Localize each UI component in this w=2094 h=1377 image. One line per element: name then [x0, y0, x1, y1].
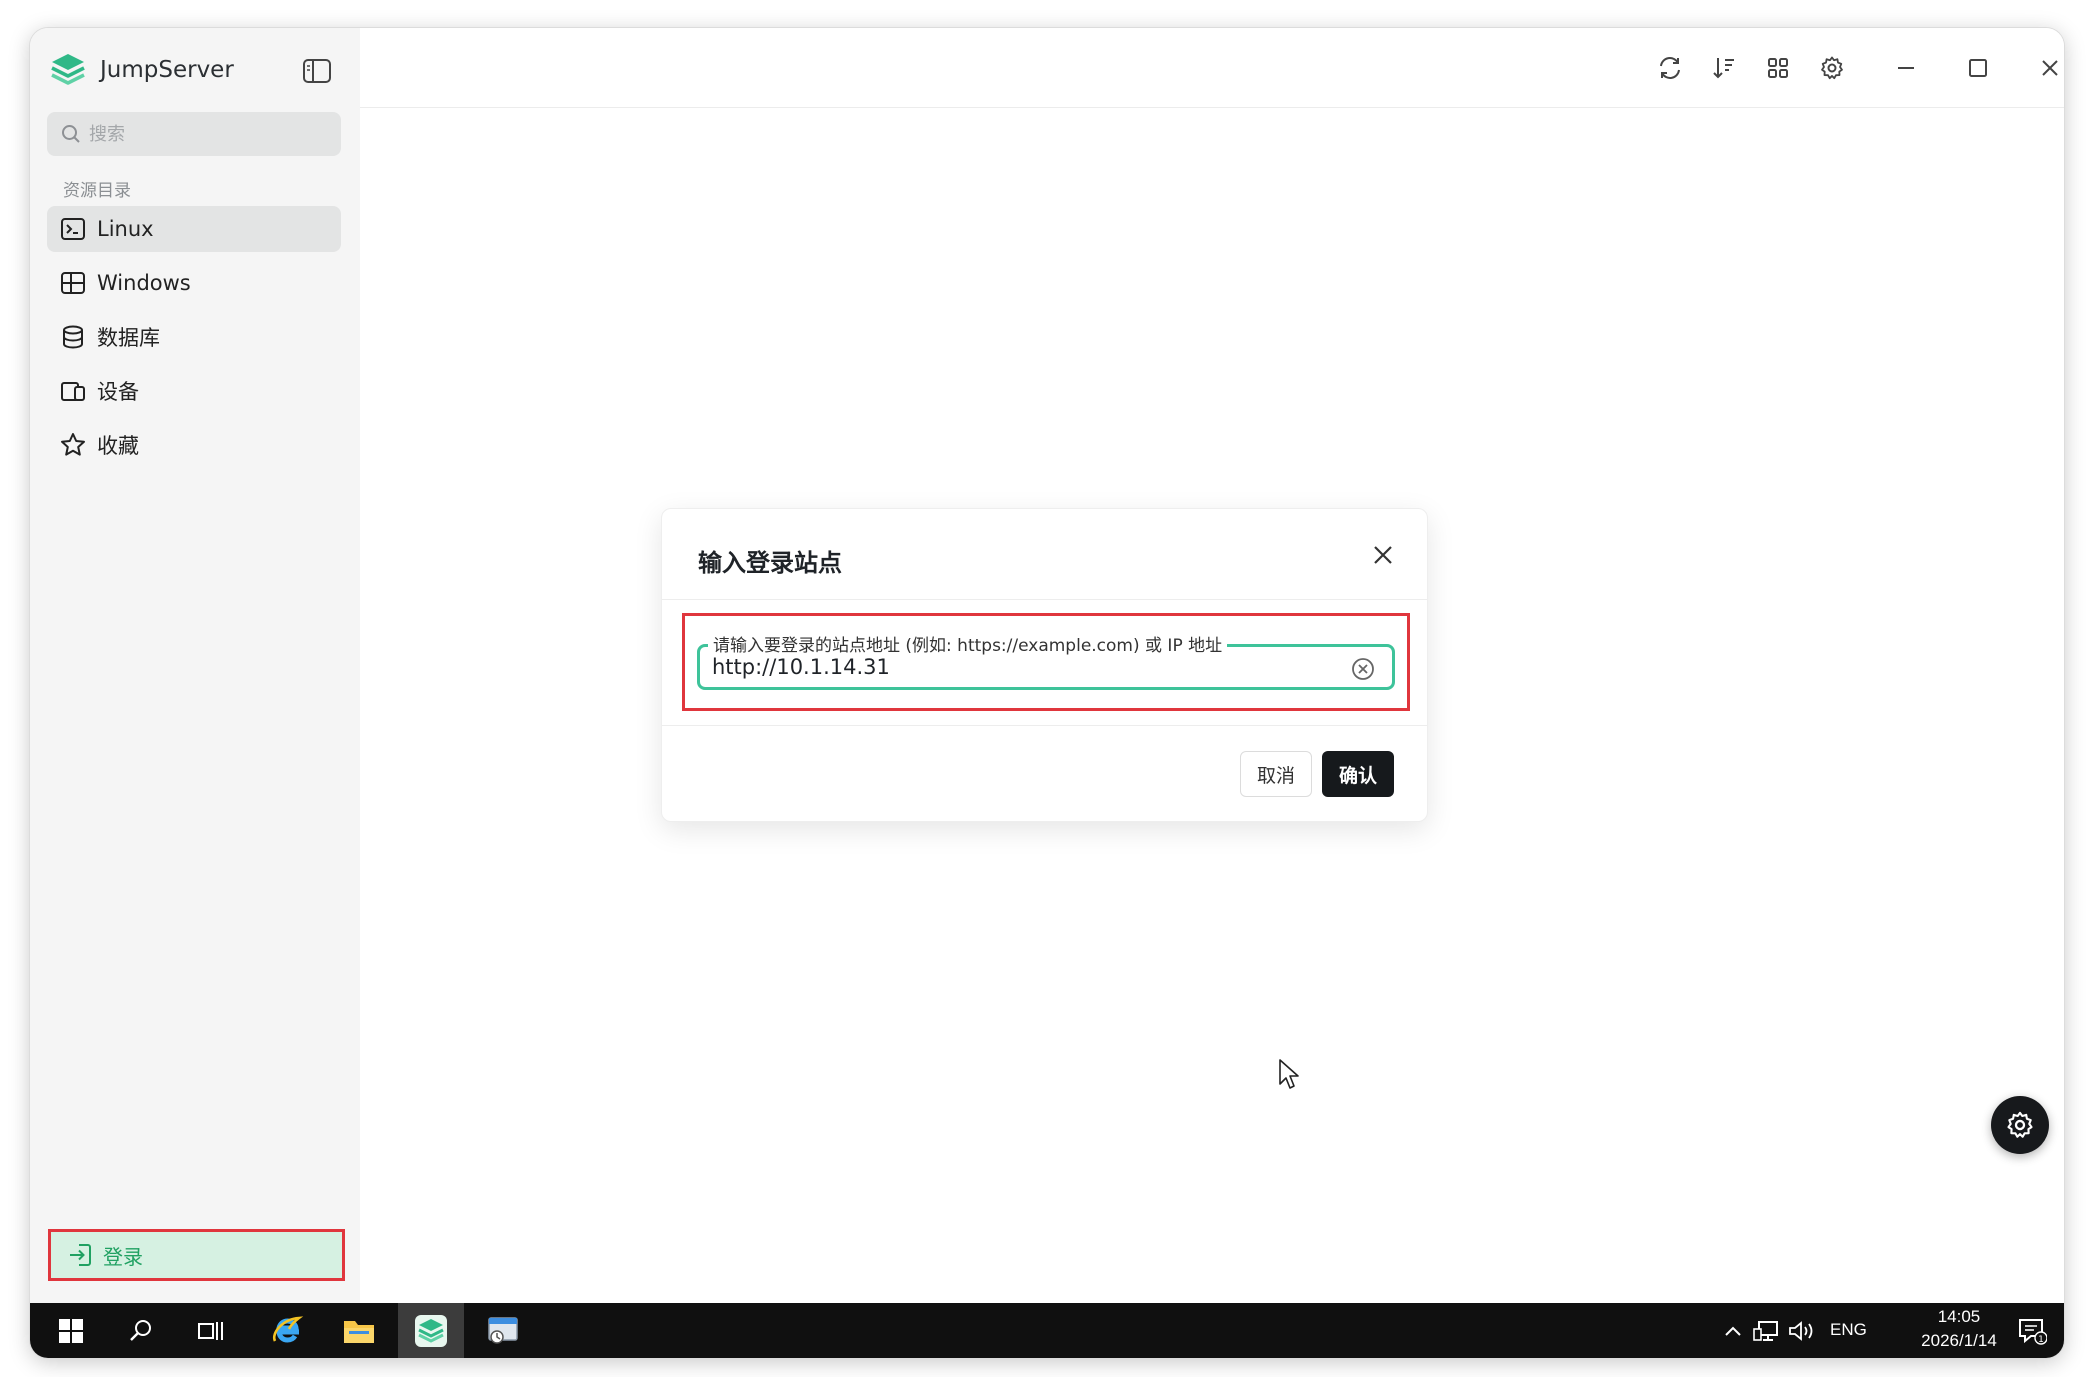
login-label: 登录 — [103, 1244, 143, 1269]
network-button[interactable] — [1750, 1303, 1782, 1358]
clock-time[interactable]: 14:05 — [1926, 1307, 1992, 1327]
sidebar-item-label: 数据库 — [97, 326, 160, 350]
sidebar-item-label: 收藏 — [97, 434, 139, 458]
dialog-divider — [662, 599, 1427, 600]
network-icon — [1753, 1320, 1778, 1341]
search-icon — [130, 1319, 151, 1341]
sidebar-item-label: 设备 — [97, 380, 139, 404]
search-box[interactable] — [47, 112, 341, 156]
site-url-field[interactable]: 请输入要登录的站点地址 (例如: https://example.com) 或 … — [697, 631, 1395, 690]
login-button[interactable]: 登录 — [48, 1229, 345, 1281]
minimize-button[interactable] — [1888, 50, 1924, 86]
notification-icon: 1 — [2019, 1318, 2047, 1345]
task-view-button[interactable] — [180, 1303, 242, 1358]
sidebar-item-device[interactable]: 设备 — [47, 368, 341, 414]
device-icon — [61, 382, 85, 401]
maximize-button[interactable] — [1960, 50, 1996, 86]
search-icon — [62, 125, 80, 143]
grid-view-button[interactable] — [1760, 50, 1796, 86]
jumpserver-app-icon — [415, 1314, 447, 1347]
search-input[interactable] — [89, 123, 309, 145]
settings-icon — [1821, 56, 1843, 80]
windows-start-icon — [59, 1318, 83, 1343]
internet-explorer-icon — [272, 1315, 304, 1343]
grid-icon — [1768, 58, 1788, 78]
clock-date[interactable]: 2026/1/14 — [1910, 1331, 2008, 1351]
tray-expand-button[interactable] — [1718, 1303, 1748, 1358]
maximize-icon — [1969, 59, 1987, 77]
sort-icon — [1713, 58, 1734, 79]
close-window-button[interactable] — [2032, 50, 2064, 86]
app-name: JumpServer — [100, 57, 234, 83]
sidebar-toggle-icon — [303, 59, 331, 83]
taskbar-explorer-button[interactable] — [326, 1303, 392, 1358]
dialog-divider — [662, 725, 1427, 726]
sidebar-item-label: Windows — [97, 271, 191, 295]
section-title: 资源目录 — [63, 181, 131, 201]
confirm-button[interactable]: 确认 — [1322, 751, 1394, 797]
top-toolbar — [360, 28, 2064, 108]
app-window: JumpServer 资源目录 — [30, 28, 2064, 1358]
remote-desktop-icon — [488, 1316, 518, 1344]
login-site-dialog: 输入登录站点 请输入要登录的站点地址 (例如: https://example.… — [661, 508, 1428, 822]
floating-settings-button[interactable] — [1991, 1096, 2049, 1154]
sidebar-item-linux[interactable]: Linux — [47, 206, 341, 252]
language-indicator[interactable]: ENG — [1830, 1320, 1867, 1340]
sidebar-item-database[interactable]: 数据库 — [47, 314, 341, 360]
windows-icon — [61, 272, 85, 294]
settings-icon — [2007, 1111, 2033, 1138]
minimize-icon — [1898, 67, 1914, 69]
highlight-box: 请输入要登录的站点地址 (例如: https://example.com) 或 … — [682, 613, 1410, 711]
dialog-title: 输入登录站点 — [698, 549, 842, 577]
sidebar: JumpServer 资源目录 — [30, 28, 360, 1303]
taskbar-remote-desktop-button[interactable] — [470, 1303, 536, 1358]
taskbar-ie-button[interactable] — [254, 1303, 320, 1358]
settings-button[interactable] — [1814, 50, 1850, 86]
sidebar-item-favorites[interactable]: 收藏 — [47, 422, 341, 468]
close-icon — [1374, 546, 1392, 564]
sidebar-toggle-button[interactable] — [300, 54, 334, 88]
volume-button[interactable] — [1786, 1303, 1818, 1358]
chevron-up-icon — [1725, 1326, 1741, 1336]
dialog-close-button[interactable] — [1365, 537, 1401, 573]
terminal-icon — [61, 218, 85, 240]
refresh-button[interactable] — [1652, 50, 1688, 86]
taskbar-jumpserver-button[interactable] — [398, 1303, 464, 1358]
site-url-input[interactable] — [712, 653, 1332, 681]
database-icon — [63, 325, 83, 349]
file-explorer-icon — [344, 1320, 374, 1343]
task-view-icon — [198, 1321, 223, 1340]
refresh-icon — [1660, 57, 1680, 79]
jumpserver-logo-icon — [51, 54, 85, 85]
clear-input-icon[interactable] — [1350, 656, 1376, 682]
taskbar: ENG 14:05 2026/1/14 1 — [30, 1303, 2064, 1358]
login-icon — [70, 1244, 91, 1266]
close-icon — [2042, 60, 2058, 76]
notification-count: 1 — [2038, 1335, 2044, 1345]
brand: JumpServer — [48, 46, 234, 94]
sidebar-item-label: Linux — [97, 217, 154, 241]
cancel-button[interactable]: 取消 — [1240, 751, 1312, 797]
volume-icon — [1789, 1320, 1813, 1341]
star-icon — [61, 433, 85, 456]
resource-nav: Linux Windows 数据库 设备 收藏 — [47, 206, 341, 476]
notifications-button[interactable]: 1 — [2010, 1303, 2054, 1358]
start-button[interactable] — [40, 1303, 102, 1358]
mouse-cursor-icon — [1279, 1059, 1299, 1089]
sidebar-item-windows[interactable]: Windows — [47, 260, 341, 306]
taskbar-search-button[interactable] — [110, 1303, 172, 1358]
sort-button[interactable] — [1706, 50, 1742, 86]
